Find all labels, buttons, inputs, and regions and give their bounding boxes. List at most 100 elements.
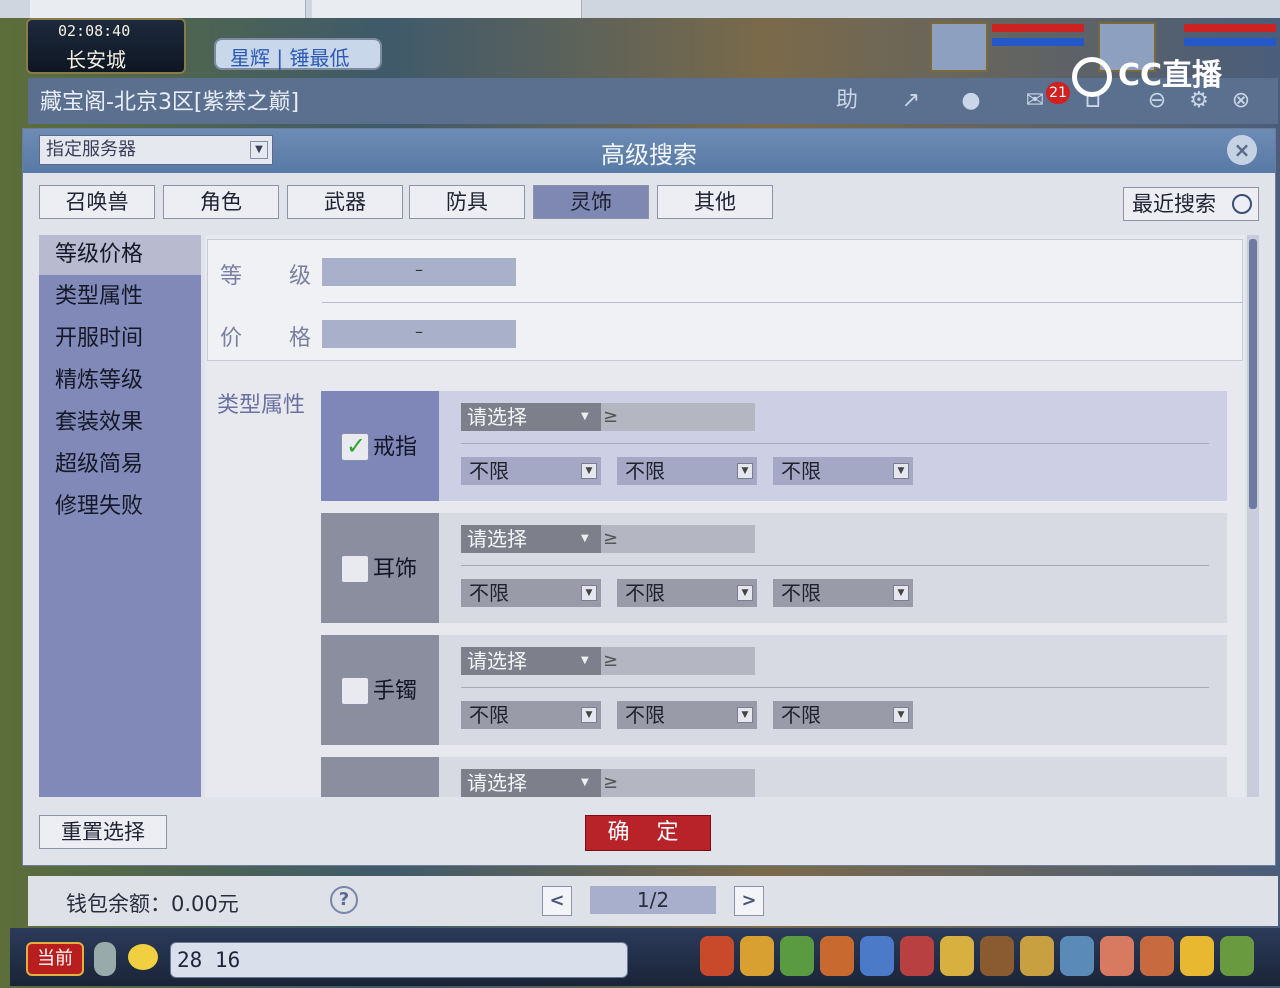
chevron-down-icon: ▼ <box>737 463 753 479</box>
shortcut-item-icon[interactable] <box>860 936 894 976</box>
chevron-down-icon: ▼ <box>581 411 589 422</box>
share-icon[interactable]: ↗ <box>894 86 928 116</box>
earring-checkbox[interactable] <box>341 555 369 583</box>
ring-checkbox[interactable]: ✓ <box>341 432 369 461</box>
browser-tab[interactable] <box>312 0 582 18</box>
level-label: 等 级 <box>220 264 331 289</box>
check-icon: ✓ <box>346 432 367 460</box>
sidebar-item-refine-level[interactable]: 精炼等级 <box>39 361 201 401</box>
shortcut-item-icon[interactable] <box>700 936 734 976</box>
chat-channel-button[interactable]: 当前 <box>26 942 84 976</box>
filter-select[interactable]: 不限 ▼ <box>773 579 913 607</box>
comparison-operator[interactable]: ≥ <box>603 647 618 675</box>
filter-select[interactable]: 不限 ▼ <box>617 579 757 607</box>
filter-select[interactable]: 不限 ▼ <box>617 701 757 729</box>
shell-title: 藏宝阁-北京3区[紫禁之巅] <box>40 90 300 115</box>
player-hp-bar <box>1184 24 1276 32</box>
confirm-button[interactable]: 确 定 <box>585 815 711 851</box>
filter-select[interactable]: 不限 ▼ <box>773 457 913 485</box>
filter-select[interactable]: 不限 ▼ <box>773 701 913 729</box>
shortcut-item-icon[interactable] <box>1100 936 1134 976</box>
tab-role[interactable]: 角色 <box>163 185 279 219</box>
sidebar-item-type-attr[interactable]: 类型属性 <box>39 277 201 317</box>
stop-icon[interactable]: ● <box>954 86 988 116</box>
tab-summon-beast[interactable]: 召唤兽 <box>39 185 155 219</box>
accessory-group-partial: 请选择 ▼ ≥ <box>321 757 1227 797</box>
attribute-select[interactable]: 请选择 ▼ ≥ <box>461 769 755 797</box>
filter-select[interactable]: 不限 ▼ <box>461 457 601 485</box>
dialog-close-button[interactable]: × <box>1227 135 1257 165</box>
recent-search-button[interactable]: 最近搜索 <box>1123 187 1259 221</box>
divider <box>461 687 1209 688</box>
chat-input[interactable]: 28 16 <box>170 942 628 978</box>
reset-button[interactable]: 重置选择 <box>39 815 167 849</box>
bracelet-checkbox[interactable] <box>341 677 369 705</box>
group-name: 耳饰 <box>373 557 418 582</box>
price-range-input[interactable]: – <box>322 320 516 348</box>
shortcut-item-icon[interactable] <box>1060 936 1094 976</box>
pet-portrait[interactable] <box>930 22 988 72</box>
filter-select[interactable]: 不限 ▼ <box>461 579 601 607</box>
server-badge[interactable]: 星辉 | 锤最低 <box>214 38 382 70</box>
server-select-value: 指定服务器 <box>46 139 136 160</box>
help-icon[interactable]: 助 <box>830 86 864 116</box>
help-icon[interactable]: ? <box>330 886 358 914</box>
shortcut-item-icon[interactable] <box>1140 936 1174 976</box>
shortcut-item-icon[interactable] <box>1020 936 1054 976</box>
comparison-operator[interactable]: ≥ <box>603 769 618 797</box>
shortcut-item-icon[interactable] <box>1180 936 1214 976</box>
shortcut-item-icon[interactable] <box>820 936 854 976</box>
chevron-down-icon: ▼ <box>581 655 589 666</box>
sidebar-item-set-effect[interactable]: 套装效果 <box>39 403 201 443</box>
chevron-down-icon: ▼ <box>581 707 597 723</box>
advanced-search-dialog: 高级搜索 指定服务器 ▼ × 召唤兽 角色 武器 防具 灵饰 其他 最近搜索 等… <box>22 128 1276 866</box>
group-header <box>321 757 439 797</box>
tab-other[interactable]: 其他 <box>657 185 773 219</box>
tab-accessory[interactable]: 灵饰 <box>533 185 649 219</box>
shortcut-item-icon[interactable] <box>740 936 774 976</box>
shortcut-item-icon[interactable] <box>780 936 814 976</box>
shell-footer: 钱包余额：0.00元 ? < 1/2 > <box>28 876 1278 926</box>
scrollbar-thumb[interactable] <box>1249 239 1257 509</box>
microphone-icon[interactable] <box>94 942 116 976</box>
sidebar-item-level-price[interactable]: 等级价格 <box>39 235 201 275</box>
group-header: 耳饰 <box>321 513 439 623</box>
attribute-select[interactable]: 请选择 ▼ ≥ <box>461 403 755 431</box>
shortcut-item-icon[interactable] <box>940 936 974 976</box>
accessory-group-earring: 耳饰 请选择 ▼ ≥ 不限 ▼ 不限 ▼ 不限 ▼ <box>321 513 1227 623</box>
tab-armor[interactable]: 防具 <box>409 185 525 219</box>
sidebar-item-open-time[interactable]: 开服时间 <box>39 319 201 359</box>
select-value: 请选择 <box>467 527 527 551</box>
divider <box>461 565 1209 566</box>
recent-search-label: 最近搜索 <box>1132 192 1216 216</box>
next-page-button[interactable]: > <box>734 886 764 916</box>
chevron-down-icon[interactable]: ▼ <box>250 141 268 159</box>
sidebar-item-super-simple[interactable]: 超级简易 <box>39 445 201 485</box>
chevron-down-icon: ▼ <box>581 533 589 544</box>
comparison-operator[interactable]: ≥ <box>603 403 618 431</box>
browser-tab[interactable] <box>30 0 306 18</box>
chevron-down-icon: ▼ <box>893 585 909 601</box>
server-select[interactable]: 指定服务器 ▼ <box>39 135 273 165</box>
filter-value: 不限 <box>469 581 509 605</box>
shortcut-item-icon[interactable] <box>980 936 1014 976</box>
filter-value: 不限 <box>625 703 665 727</box>
tab-weapon[interactable]: 武器 <box>287 185 403 219</box>
prev-page-button[interactable]: < <box>542 886 572 916</box>
page-indicator: 1/2 <box>590 886 716 914</box>
close-icon[interactable]: ⊗ <box>1224 86 1258 116</box>
shortcut-item-icon[interactable] <box>900 936 934 976</box>
game-clock: 02:08:40 <box>58 22 131 40</box>
content-scrollbar[interactable] <box>1247 235 1259 797</box>
attribute-select[interactable]: 请选择 ▼ ≥ <box>461 525 755 553</box>
filter-select[interactable]: 不限 ▼ <box>617 457 757 485</box>
shortcut-item-icon[interactable] <box>1220 936 1254 976</box>
sidebar-item-repair-fail[interactable]: 修理失败 <box>39 487 201 527</box>
attribute-select[interactable]: 请选择 ▼ ≥ <box>461 647 755 675</box>
comparison-operator[interactable]: ≥ <box>603 525 618 553</box>
chat-bubble-icon[interactable] <box>128 944 158 970</box>
dialog-titlebar: 高级搜索 指定服务器 ▼ × <box>23 129 1275 173</box>
level-range-input[interactable]: – <box>322 258 516 286</box>
filter-select[interactable]: 不限 ▼ <box>461 701 601 729</box>
filter-value: 不限 <box>781 581 821 605</box>
